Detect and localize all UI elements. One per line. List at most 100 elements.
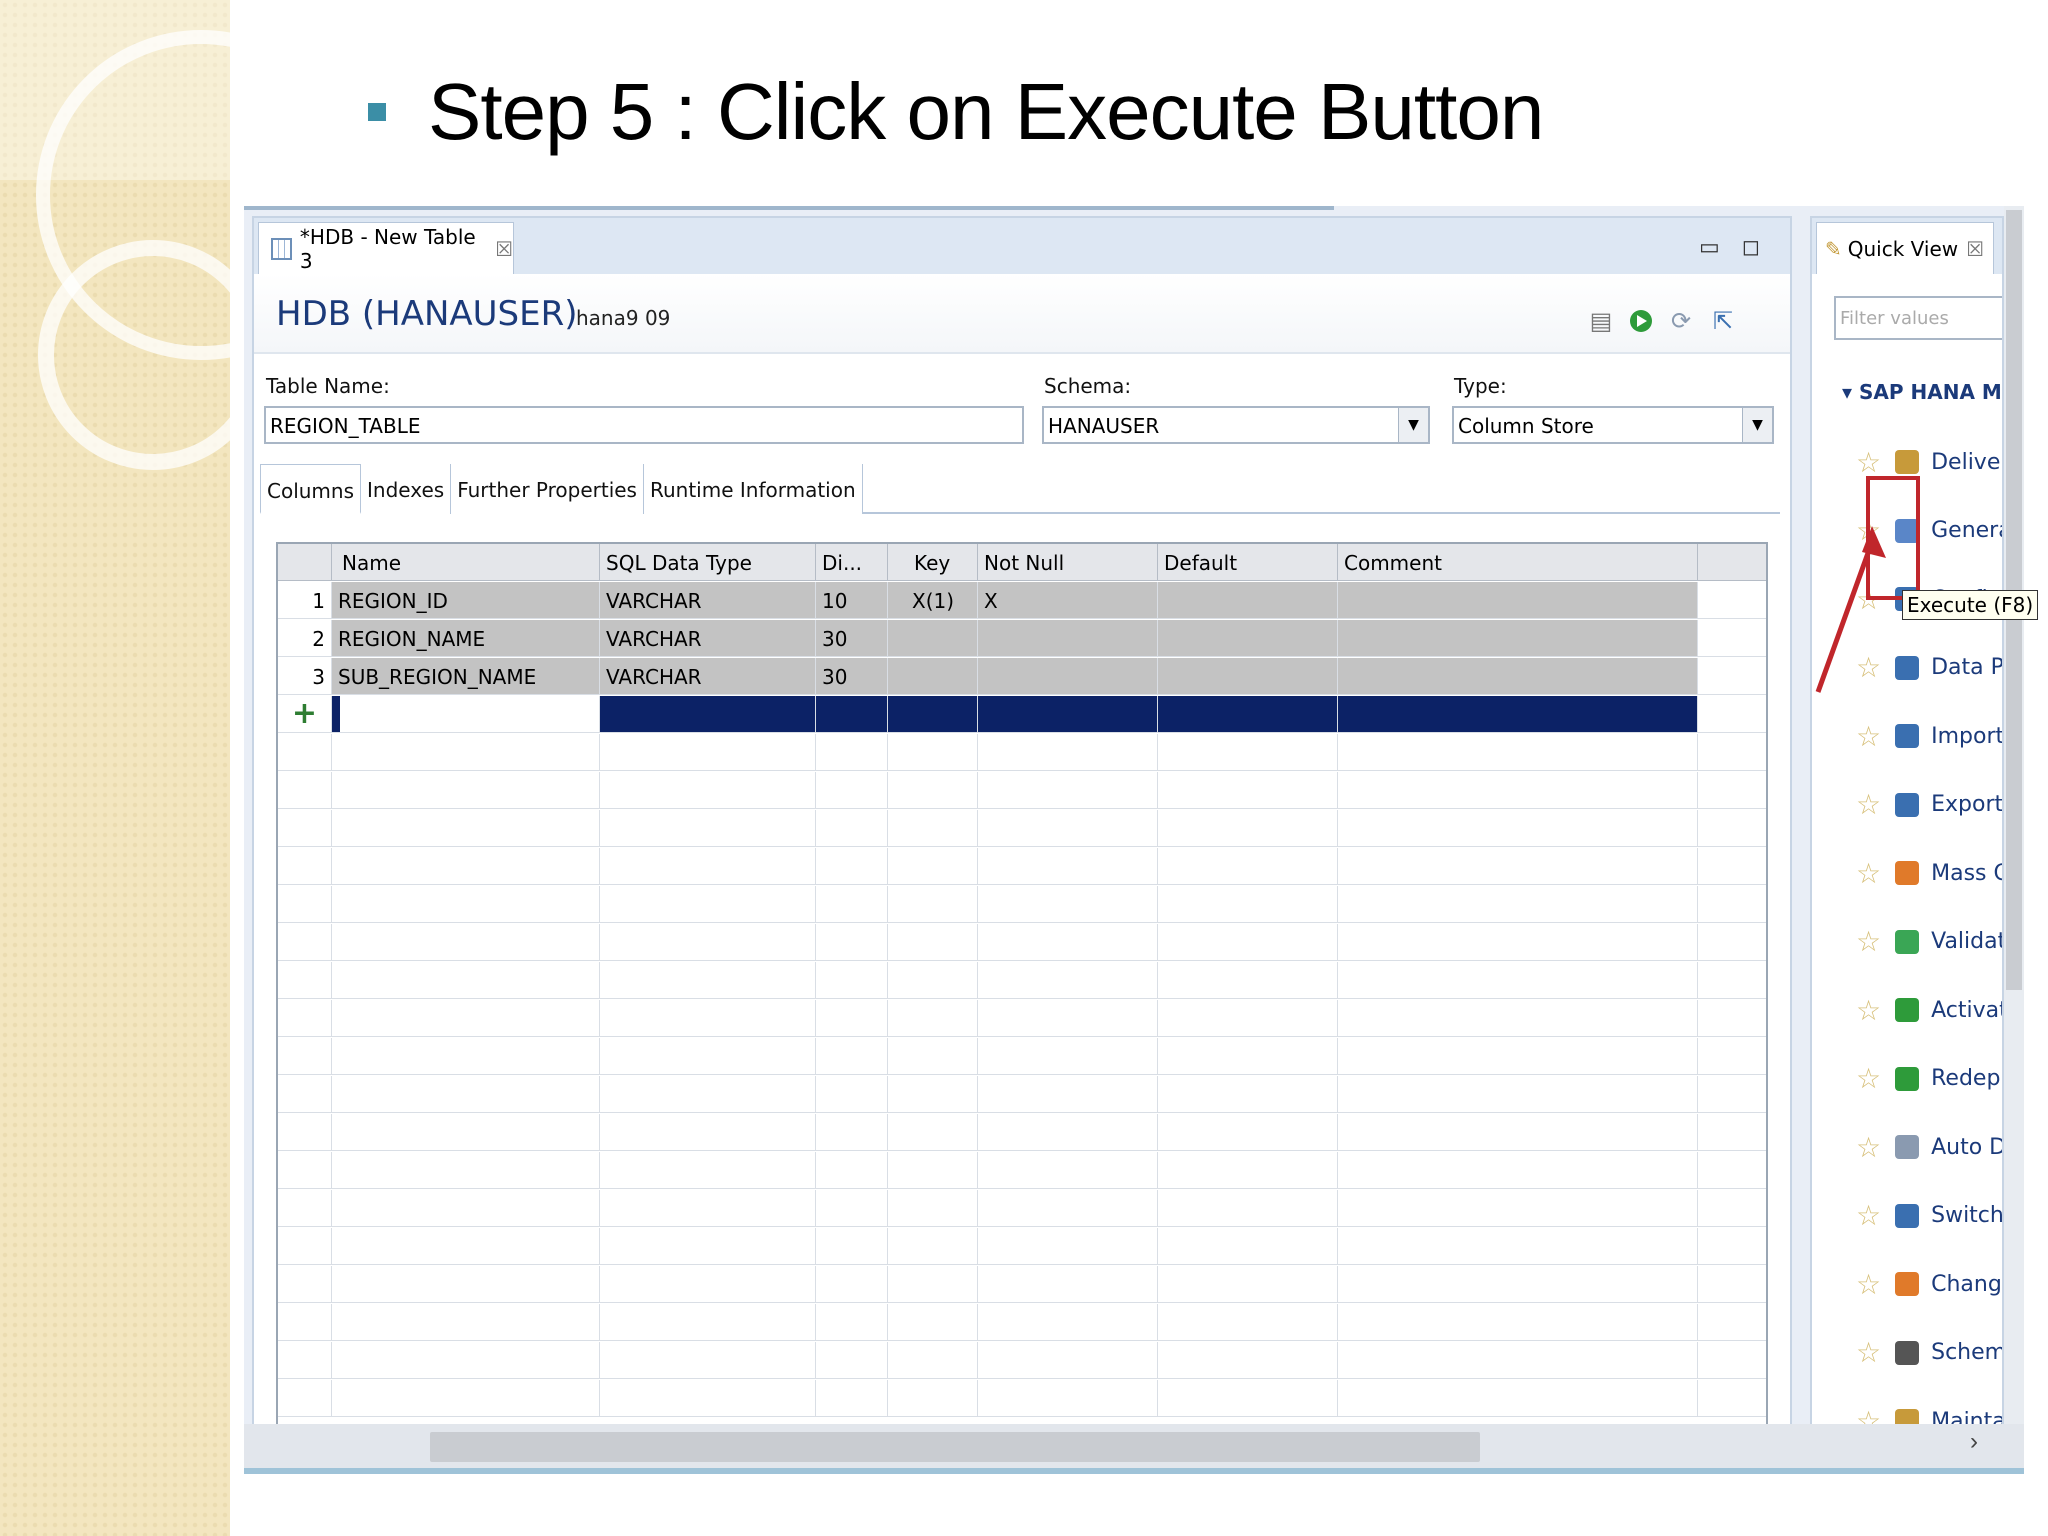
maximize-icon[interactable]: ◻ xyxy=(1742,234,1760,260)
close-icon[interactable]: ☒ xyxy=(495,237,513,261)
table-row[interactable]: 1 REGION_ID VARCHAR 10 X(1) X xyxy=(278,582,1766,619)
cell-comment[interactable] xyxy=(1338,620,1698,656)
empty-row[interactable] xyxy=(278,1266,1766,1303)
quick-view-item[interactable]: ☆ Auto D xyxy=(1856,1127,2002,1167)
export-icon[interactable]: ⇱ xyxy=(1706,304,1740,338)
table-row[interactable]: 3 SUB_REGION_NAME VARCHAR 30 xyxy=(278,658,1766,695)
star-icon[interactable]: ☆ xyxy=(1856,1336,1881,1369)
empty-row[interactable] xyxy=(278,1190,1766,1227)
empty-row[interactable] xyxy=(278,1076,1766,1113)
cell-type[interactable]: VARCHAR xyxy=(600,620,816,656)
chevron-down-icon[interactable]: ▼ xyxy=(1742,408,1772,442)
empty-row[interactable] xyxy=(278,810,1766,847)
empty-row[interactable] xyxy=(278,1038,1766,1075)
tab-indexes[interactable]: Indexes xyxy=(361,464,452,514)
cell-not-null[interactable] xyxy=(978,620,1158,656)
cell-key[interactable] xyxy=(888,620,978,656)
tab-runtime-information[interactable]: Runtime Information xyxy=(643,464,863,514)
cell-key[interactable] xyxy=(888,658,978,694)
star-icon[interactable]: ☆ xyxy=(1856,994,1881,1027)
horizontal-scrollbar[interactable]: › xyxy=(244,1424,2024,1468)
quick-view-panel: ✎ Quick View ☒ Filter values ▾ SAP HANA … xyxy=(1810,216,2004,1434)
cell-type[interactable]: VARCHAR xyxy=(600,582,816,618)
tab-columns[interactable]: Columns xyxy=(260,464,362,514)
tab-further-properties[interactable]: Further Properties xyxy=(451,464,644,514)
star-icon[interactable]: ☆ xyxy=(1856,1131,1881,1164)
filter-input[interactable]: Filter values xyxy=(1834,296,2002,340)
quick-view-item[interactable]: ☆ Mass C xyxy=(1856,853,2002,893)
column-header[interactable]: Key xyxy=(888,544,978,580)
empty-row[interactable] xyxy=(278,1000,1766,1037)
column-header[interactable]: Comment xyxy=(1338,544,1698,580)
cell-name[interactable]: SUB_REGION_NAME xyxy=(332,658,600,694)
empty-row[interactable] xyxy=(278,1114,1766,1151)
empty-row[interactable] xyxy=(278,734,1766,771)
cell-comment[interactable] xyxy=(1338,582,1698,618)
star-icon[interactable]: ☆ xyxy=(1856,1268,1881,1301)
empty-row[interactable] xyxy=(278,1228,1766,1265)
star-icon[interactable]: ☆ xyxy=(1856,1199,1881,1232)
vertical-scrollbar[interactable] xyxy=(2004,206,2024,1424)
chevron-right-icon[interactable]: › xyxy=(1970,1428,1978,1456)
cell-comment[interactable] xyxy=(1338,658,1698,694)
close-icon[interactable]: ☒ xyxy=(1966,237,1984,261)
quick-view-item[interactable]: ☆ Switch xyxy=(1856,1196,2002,1236)
cell-dim[interactable]: 30 xyxy=(816,620,888,656)
table-row[interactable]: 2 REGION_NAME VARCHAR 30 xyxy=(278,620,1766,657)
star-icon[interactable]: ☆ xyxy=(1856,857,1881,890)
empty-row[interactable] xyxy=(278,1380,1766,1417)
cell-name[interactable]: REGION_ID xyxy=(332,582,600,618)
star-icon[interactable]: ☆ xyxy=(1856,446,1881,479)
new-row[interactable]: + xyxy=(278,696,1766,733)
sap-hana-section[interactable]: ▾ SAP HANA Mo xyxy=(1842,380,2002,404)
cell-not-null[interactable] xyxy=(978,658,1158,694)
column-header[interactable]: Di... xyxy=(816,544,888,580)
cell-not-null[interactable]: X xyxy=(978,582,1158,618)
empty-row[interactable] xyxy=(278,1304,1766,1341)
scrollbar-thumb[interactable] xyxy=(430,1432,1480,1462)
cell-default[interactable] xyxy=(1158,658,1338,694)
empty-row[interactable] xyxy=(278,848,1766,885)
column-header[interactable]: Not Null xyxy=(978,544,1158,580)
quick-view-item[interactable]: ☆ Schem xyxy=(1856,1333,2002,1373)
cell-dim[interactable]: 30 xyxy=(816,658,888,694)
cell-key[interactable]: X(1) xyxy=(888,582,978,618)
quick-view-item[interactable]: ☆ Export xyxy=(1856,785,2002,825)
cell-default[interactable] xyxy=(1158,620,1338,656)
empty-row[interactable] xyxy=(278,886,1766,923)
star-icon[interactable]: ☆ xyxy=(1856,1062,1881,1095)
star-icon[interactable]: ☆ xyxy=(1856,925,1881,958)
column-header[interactable]: SQL Data Type xyxy=(600,544,816,580)
quick-view-item[interactable]: ☆ Activate xyxy=(1856,990,2002,1030)
empty-row[interactable] xyxy=(278,962,1766,999)
column-header[interactable]: Name xyxy=(332,544,600,580)
cell-type[interactable]: VARCHAR xyxy=(600,658,816,694)
add-row-button[interactable]: + xyxy=(278,696,332,732)
empty-row[interactable] xyxy=(278,1342,1766,1379)
empty-row[interactable] xyxy=(278,1152,1766,1189)
schema-select[interactable]: HANAUSER ▼ xyxy=(1042,406,1430,444)
refresh-icon[interactable]: ⟳ xyxy=(1664,304,1698,338)
execute-button[interactable] xyxy=(1624,304,1658,338)
sql-icon[interactable]: ▤ xyxy=(1584,304,1618,338)
empty-row[interactable] xyxy=(278,772,1766,809)
table-name-field[interactable]: REGION_TABLE xyxy=(264,406,1024,444)
chevron-down-icon[interactable]: ▼ xyxy=(1398,408,1428,442)
cell-name[interactable]: REGION_NAME xyxy=(332,620,600,656)
column-header[interactable]: Default xyxy=(1158,544,1338,580)
minimize-icon[interactable]: ▭ xyxy=(1699,234,1720,260)
cell-dim[interactable]: 10 xyxy=(816,582,888,618)
quick-view-item[interactable]: ☆ Redep xyxy=(1856,1059,2000,1099)
tab-new-table[interactable]: *HDB - New Table 3 ☒ xyxy=(258,222,514,274)
empty-row[interactable] xyxy=(278,924,1766,961)
quick-view-item[interactable]: ☆ Import xyxy=(1856,716,2002,756)
star-icon[interactable]: ☆ xyxy=(1856,788,1881,821)
star-icon[interactable]: ☆ xyxy=(1856,720,1881,753)
quick-view-item[interactable]: ☆ Validat xyxy=(1856,922,2002,962)
cell-default[interactable] xyxy=(1158,582,1338,618)
tab-quick-view[interactable]: ✎ Quick View ☒ xyxy=(1816,222,1994,274)
quick-view-item[interactable]: ☆ Chang xyxy=(1856,1264,2002,1304)
cell-name[interactable] xyxy=(332,696,600,732)
columns-grid: Name SQL Data Type Di... Key Not Null De… xyxy=(276,542,1768,1436)
type-select[interactable]: Column Store ▼ xyxy=(1452,406,1774,444)
